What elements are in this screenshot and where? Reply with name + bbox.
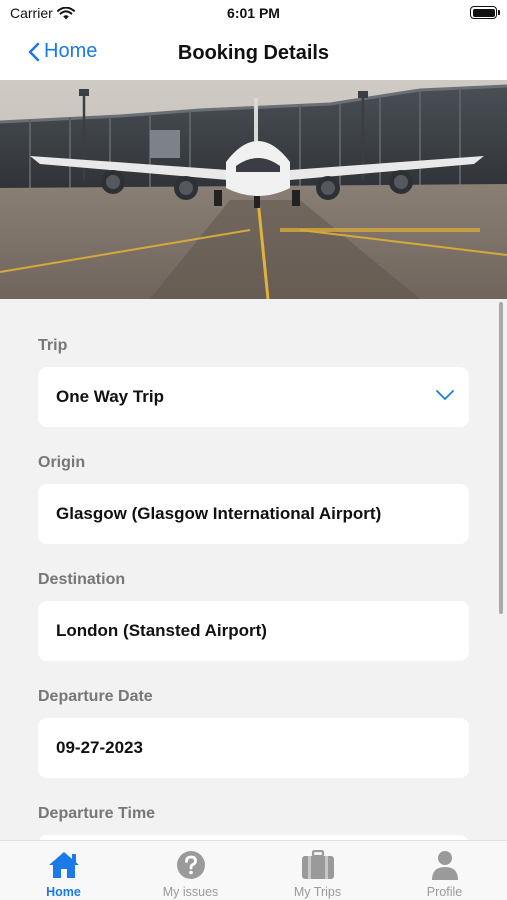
destination-field[interactable]: London (Stansted Airport) xyxy=(38,601,469,661)
status-time: 6:01 PM xyxy=(227,5,280,21)
trip-select[interactable]: One Way Trip xyxy=(38,367,469,427)
origin-label: Origin xyxy=(38,454,86,471)
departure-date-label: Departure Date xyxy=(38,688,153,705)
destination-value: London (Stansted Airport) xyxy=(56,621,267,640)
origin-value: Glasgow (Glasgow International Airport) xyxy=(56,504,382,523)
tab-my-trips[interactable]: My Trips xyxy=(254,841,381,900)
question-icon xyxy=(176,851,205,879)
hero-airplane-image xyxy=(0,80,507,299)
departure-date-value: 09-27-2023 xyxy=(56,738,143,757)
tab-my-issues-label: My issues xyxy=(162,885,219,899)
tab-home-label: Home xyxy=(46,885,81,899)
navigation-bar: Home Booking Details xyxy=(0,26,507,80)
departure-date-field[interactable]: 09-27-2023 xyxy=(38,718,469,778)
chevron-down-icon xyxy=(436,390,454,400)
tab-profile[interactable]: Profile xyxy=(381,841,507,900)
battery-icon xyxy=(470,6,500,19)
tab-my-trips-label: My Trips xyxy=(293,885,342,899)
tab-home[interactable]: Home xyxy=(0,841,127,900)
booking-form: Trip One Way Trip Origin Glasgow (Glasgo… xyxy=(0,299,507,840)
tab-my-issues[interactable]: My issues xyxy=(127,841,254,900)
airplane-photo xyxy=(0,80,507,299)
origin-field[interactable]: Glasgow (Glasgow International Airport) xyxy=(38,484,469,544)
trip-label: Trip xyxy=(38,337,68,354)
status-bar: Carrier 6:01 PM xyxy=(0,0,507,26)
luggage-icon xyxy=(301,850,334,879)
home-icon xyxy=(48,852,79,878)
person-icon xyxy=(431,851,458,880)
tab-profile-label: Profile xyxy=(426,885,463,899)
tab-bar: Home My issues My Trips Profile xyxy=(0,840,507,900)
destination-label: Destination xyxy=(38,571,126,588)
page-title: Booking Details xyxy=(177,42,330,64)
departure-time-label: Departure Time xyxy=(38,805,156,822)
trip-value: One Way Trip xyxy=(56,387,165,406)
scrollbar[interactable] xyxy=(499,302,503,614)
